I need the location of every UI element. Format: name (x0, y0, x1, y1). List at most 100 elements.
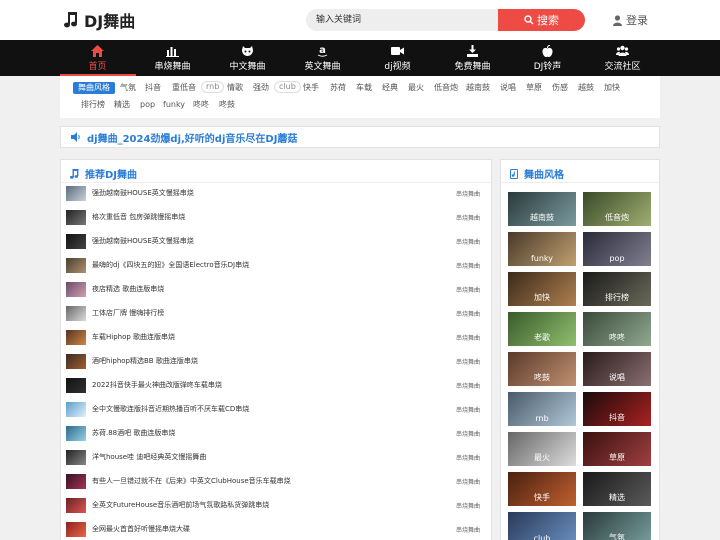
song-category[interactable]: 串烧舞曲 (456, 453, 480, 462)
song-row[interactable]: 全网最火首首好听慢摇串烧大碟 串烧舞曲 (66, 519, 486, 539)
site-logo[interactable]: DJ舞曲 (64, 9, 135, 31)
nav-item-english[interactable]: a 英文舞曲 (285, 40, 360, 76)
song-row[interactable]: 全英文FutureHouse音乐酒吧前场气氛歌路私货弹跳串烧 串烧舞曲 (66, 495, 486, 515)
tag-item[interactable]: 越南鼓 (462, 82, 494, 94)
search-input[interactable] (306, 9, 500, 31)
style-tile[interactable]: 抖音 (583, 392, 651, 426)
song-category[interactable]: 串烧舞曲 (456, 237, 480, 246)
song-row[interactable]: 工体店厂牌 慢嗨排行榜 串烧舞曲 (66, 303, 486, 323)
style-tile[interactable]: 排行榜 (583, 272, 651, 306)
tag-item[interactable]: 经典 (378, 82, 402, 94)
style-tile[interactable]: 快手 (508, 472, 576, 506)
song-category[interactable]: 串烧舞曲 (456, 357, 480, 366)
tag-item[interactable]: 咚鼓 (215, 99, 239, 111)
style-tile[interactable]: 咚鼓 (508, 352, 576, 386)
tag-item[interactable]: rnb (201, 81, 225, 93)
tag-item[interactable]: 抖音 (141, 82, 165, 94)
style-tile[interactable]: 老歌 (508, 312, 576, 346)
tag-item[interactable]: 咚咚 (189, 99, 213, 111)
tag-item[interactable]: 越鼓 (574, 82, 598, 94)
song-category[interactable]: 串烧舞曲 (456, 213, 480, 222)
style-tile[interactable]: 精选 (583, 472, 651, 506)
tag-item[interactable]: 排行榜 (77, 99, 109, 111)
tag-item[interactable]: 说唱 (496, 82, 520, 94)
tag-item[interactable]: pop (136, 99, 159, 111)
style-tile[interactable]: 加快 (508, 272, 576, 306)
song-row[interactable]: 夜店精选 歌曲连版串烧 串烧舞曲 (66, 279, 486, 299)
song-title[interactable]: 格次重低音 包房弹跳慢摇串烧 (92, 212, 456, 222)
song-title[interactable]: 车载Hiphop 歌曲连版串烧 (92, 332, 456, 342)
song-title[interactable]: 全英文FutureHouse音乐酒吧前场气氛歌路私货弹跳串烧 (92, 500, 456, 510)
search-button[interactable]: 搜索 (498, 9, 585, 31)
tag-item[interactable]: funky (159, 99, 189, 111)
nav-item-chinese[interactable]: 中文舞曲 (210, 40, 285, 76)
song-row[interactable]: 2022抖音快手最火神曲改版弹咚车载串烧 串烧舞曲 (66, 375, 486, 395)
style-tile[interactable]: 草原 (583, 432, 651, 466)
nav-item-free[interactable]: 免费舞曲 (435, 40, 510, 76)
song-title[interactable]: 工体店厂牌 慢嗨排行榜 (92, 308, 456, 318)
style-tile[interactable]: 咚咚 (583, 312, 651, 346)
style-tile[interactable]: funky (508, 232, 576, 266)
song-row[interactable]: 有些人一旦错过就不在《后来》中英文ClubHouse音乐车载串烧 串烧舞曲 (66, 471, 486, 491)
song-category[interactable]: 串烧舞曲 (456, 405, 480, 414)
song-title[interactable]: 2022抖音快手最火神曲改版弹咚车载串烧 (92, 380, 456, 390)
login-link[interactable]: 登录 (613, 12, 648, 28)
tag-item[interactable]: 最火 (404, 82, 428, 94)
nav-item-video[interactable]: dj视频 (360, 40, 435, 76)
style-tile[interactable]: 低音炮 (583, 192, 651, 226)
style-tile[interactable]: rnb (508, 392, 576, 426)
song-title[interactable]: 全网最火首首好听慢摇串烧大碟 (92, 524, 456, 534)
song-row[interactable]: 格次重低音 包房弹跳慢摇串烧 串烧舞曲 (66, 207, 486, 227)
style-tile[interactable]: 气氛 (583, 512, 651, 540)
song-category[interactable]: 串烧舞曲 (456, 429, 480, 438)
song-title[interactable]: 酒吧hiphop精选BB 歌曲连版串烧 (92, 356, 456, 366)
song-row[interactable]: 洋气house哇 迪吧经典英文慢摇舞曲 串烧舞曲 (66, 447, 486, 467)
tag-item[interactable]: 草原 (522, 82, 546, 94)
song-category[interactable]: 串烧舞曲 (456, 381, 480, 390)
nav-item-community[interactable]: 交流社区 (585, 40, 660, 76)
style-tile[interactable]: 说唱 (583, 352, 651, 386)
song-title[interactable]: 强劲越南鼓HOUSE英文慢摇串烧 (92, 188, 456, 198)
song-title[interactable]: 全中文慢歌连版抖音近期热播百听不厌车载CD串烧 (92, 404, 456, 414)
song-category[interactable]: 串烧舞曲 (456, 189, 480, 198)
tag-item[interactable]: 车载 (352, 82, 376, 94)
style-tile[interactable]: 越南鼓 (508, 192, 576, 226)
song-row[interactable]: 酒吧hiphop精选BB 歌曲连版串烧 串烧舞曲 (66, 351, 486, 371)
song-title[interactable]: 有些人一旦错过就不在《后来》中英文ClubHouse音乐车载串烧 (92, 476, 456, 486)
style-tile[interactable]: 最火 (508, 432, 576, 466)
tag-item[interactable]: 低音炮 (430, 82, 462, 94)
song-row[interactable]: 强劲越南鼓HOUSE英文慢摇串烧 串烧舞曲 (66, 231, 486, 251)
song-title[interactable]: 最嗨的dj《四块五的妞》全国语Electro音乐DJ串烧 (92, 260, 456, 270)
tag-item[interactable]: 舞曲风格 (73, 82, 115, 94)
song-category[interactable]: 串烧舞曲 (456, 261, 480, 270)
tag-item[interactable]: 气氛 (116, 82, 140, 94)
tag-item[interactable]: 加快 (600, 82, 624, 94)
song-row[interactable]: 强劲越南鼓HOUSE英文慢摇串烧 串烧舞曲 (66, 183, 486, 203)
tag-item[interactable]: 伤感 (548, 82, 572, 94)
song-category[interactable]: 串烧舞曲 (456, 333, 480, 342)
song-title[interactable]: 强劲越南鼓HOUSE英文慢摇串烧 (92, 236, 456, 246)
tag-item[interactable]: club (274, 81, 301, 93)
song-row[interactable]: 苏荷.88酒吧 歌曲连版串烧 串烧舞曲 (66, 423, 486, 443)
tag-item[interactable]: 情歌 (223, 82, 247, 94)
nav-item-home[interactable]: 首页 (60, 40, 135, 76)
tag-item[interactable]: 强劲 (249, 82, 273, 94)
tag-item[interactable]: 苏荷 (326, 82, 350, 94)
tag-item[interactable]: 精选 (110, 99, 134, 111)
song-category[interactable]: 串烧舞曲 (456, 525, 480, 534)
tag-item[interactable]: 重低音 (168, 82, 200, 94)
song-category[interactable]: 串烧舞曲 (456, 501, 480, 510)
song-category[interactable]: 串烧舞曲 (456, 477, 480, 486)
nav-item-medley[interactable]: 串烧舞曲 (135, 40, 210, 76)
song-category[interactable]: 串烧舞曲 (456, 309, 480, 318)
song-category[interactable]: 串烧舞曲 (456, 285, 480, 294)
notice-text[interactable]: dj舞曲_2024劲爆dj,好听的dj音乐尽在DJ蘑菇 (87, 130, 297, 145)
song-title[interactable]: 洋气house哇 迪吧经典英文慢摇舞曲 (92, 452, 456, 462)
song-row[interactable]: 车载Hiphop 歌曲连版串烧 串烧舞曲 (66, 327, 486, 347)
song-title[interactable]: 夜店精选 歌曲连版串烧 (92, 284, 456, 294)
song-row[interactable]: 全中文慢歌连版抖音近期热播百听不厌车载CD串烧 串烧舞曲 (66, 399, 486, 419)
nav-item-ringtone[interactable]: DJ铃声 (510, 40, 585, 76)
style-tile[interactable]: club (508, 512, 576, 540)
song-title[interactable]: 苏荷.88酒吧 歌曲连版串烧 (92, 428, 456, 438)
style-tile[interactable]: pop (583, 232, 651, 266)
